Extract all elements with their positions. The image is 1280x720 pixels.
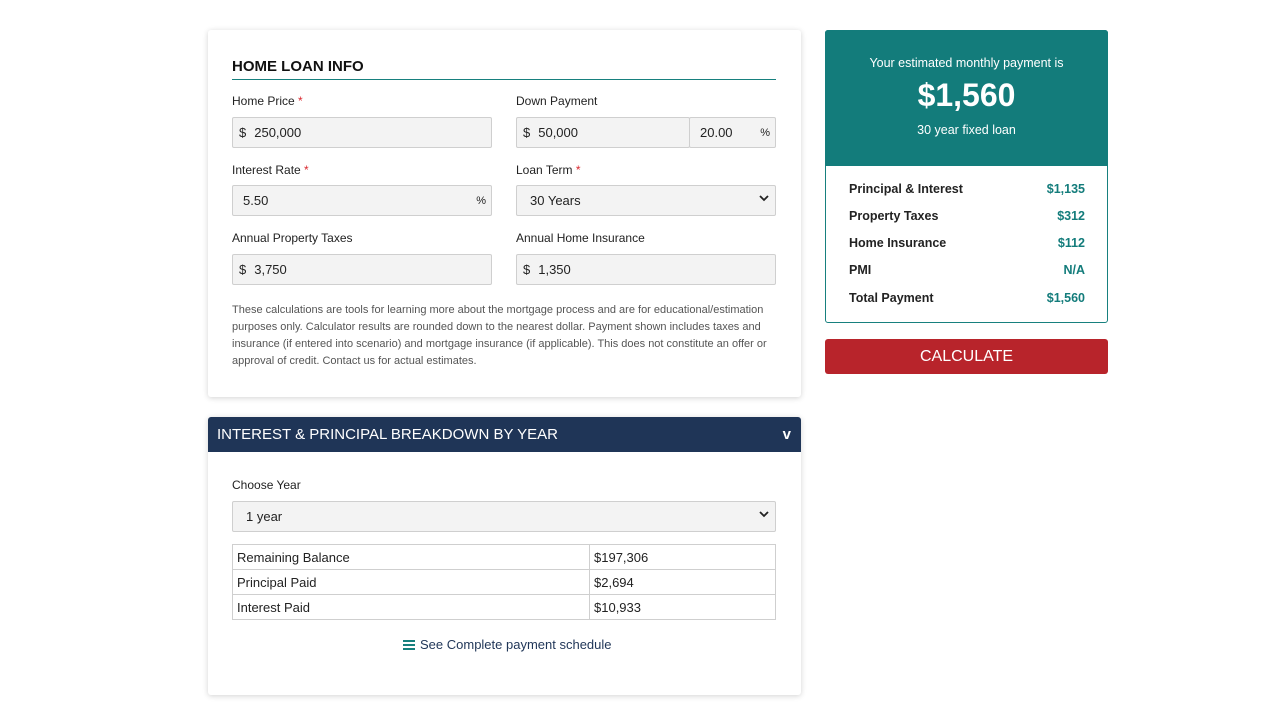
section-title: HOME LOAN INFO — [232, 58, 776, 80]
payment-schedule-link-label: See Complete payment schedule — [420, 637, 612, 652]
summary-row-total-payment: Total Payment $1,560 — [849, 291, 1085, 305]
collapse-toggle-icon[interactable]: v — [783, 426, 791, 443]
interest-rate-value: 5.50 — [243, 193, 269, 208]
home-price-label: Home Price * — [232, 94, 303, 108]
required-marker: * — [298, 94, 303, 108]
required-marker: * — [575, 163, 581, 177]
percent-suffix: % — [476, 195, 486, 207]
property-taxes-label: Annual Property Taxes — [232, 231, 353, 245]
loan-term-select[interactable]: 30 Years — [516, 185, 776, 216]
down-payment-amount-input[interactable]: $ 50,000 — [516, 117, 690, 148]
row-value: $2,694 — [589, 569, 776, 595]
summary-intro: Your estimated monthly payment is — [869, 56, 1064, 70]
currency-prefix: $ — [239, 262, 247, 277]
table-row: Principal Paid $2,694 — [232, 569, 776, 595]
year-value: 1 year — [246, 509, 283, 524]
payment-summary-card: Your estimated monthly payment is $1,560… — [825, 30, 1108, 323]
home-price-input[interactable]: $ 250,000 — [232, 117, 492, 148]
property-taxes-value: 3,750 — [254, 262, 287, 277]
breakdown-card: INTEREST & PRINCIPAL BREAKDOWN BY YEAR v… — [208, 417, 801, 695]
summary-row-principal-interest: Principal & Interest $1,135 — [849, 182, 1085, 196]
required-marker: * — [304, 163, 309, 177]
down-payment-percent-value: 20.00 — [700, 125, 733, 140]
table-row: Remaining Balance $197,306 — [232, 544, 776, 570]
chevron-down-icon — [759, 193, 769, 206]
breakdown-title: INTEREST & PRINCIPAL BREAKDOWN BY YEAR — [217, 426, 558, 443]
currency-prefix: $ — [523, 125, 531, 140]
interest-rate-label: Interest Rate * — [232, 163, 309, 177]
payment-schedule-link[interactable]: See Complete payment schedule — [403, 637, 612, 652]
interest-rate-input[interactable]: 5.50 % — [232, 185, 492, 216]
loan-term-value: 30 Years — [530, 193, 581, 208]
monthly-payment-amount: $1,560 — [917, 77, 1016, 113]
chevron-down-icon — [759, 509, 769, 522]
loan-term-label: Loan Term * — [516, 163, 581, 177]
loan-term-description: 30 year fixed loan — [917, 123, 1016, 137]
choose-year-label: Choose Year — [232, 478, 301, 492]
currency-prefix: $ — [239, 125, 247, 140]
row-label: Principal Paid — [232, 569, 590, 595]
row-value: $197,306 — [589, 544, 776, 570]
home-insurance-input[interactable]: $ 1,350 — [516, 254, 776, 285]
calculate-button[interactable]: CALCULATE — [825, 339, 1108, 374]
down-payment-percent-input[interactable]: 20.00 % — [689, 117, 776, 148]
home-insurance-label: Annual Home Insurance — [516, 231, 645, 245]
summary-header: Your estimated monthly payment is $1,560… — [825, 30, 1108, 166]
down-payment-value: 50,000 — [538, 125, 578, 140]
down-payment-label: Down Payment — [516, 94, 598, 108]
row-value: $10,933 — [589, 594, 776, 620]
year-select[interactable]: 1 year — [232, 501, 776, 532]
home-insurance-value: 1,350 — [538, 262, 571, 277]
row-label: Remaining Balance — [232, 544, 590, 570]
list-icon — [403, 639, 415, 650]
property-taxes-input[interactable]: $ 3,750 — [232, 254, 492, 285]
breakdown-table: Remaining Balance $197,306 Principal Pai… — [232, 544, 776, 620]
disclaimer-text: These calculations are tools for learnin… — [232, 304, 767, 367]
currency-prefix: $ — [523, 262, 531, 277]
table-row: Interest Paid $10,933 — [232, 594, 776, 620]
summary-row-home-insurance: Home Insurance $112 — [849, 236, 1085, 250]
summary-row-property-taxes: Property Taxes $312 — [849, 209, 1085, 223]
percent-suffix: % — [760, 127, 770, 139]
home-loan-info-card: HOME LOAN INFO Home Price * $ 250,000 Do… — [208, 30, 801, 397]
row-label: Interest Paid — [232, 594, 590, 620]
summary-row-pmi: PMI N/A — [849, 263, 1085, 277]
breakdown-header[interactable]: INTEREST & PRINCIPAL BREAKDOWN BY YEAR v — [208, 417, 801, 452]
home-price-value: 250,000 — [254, 125, 302, 140]
